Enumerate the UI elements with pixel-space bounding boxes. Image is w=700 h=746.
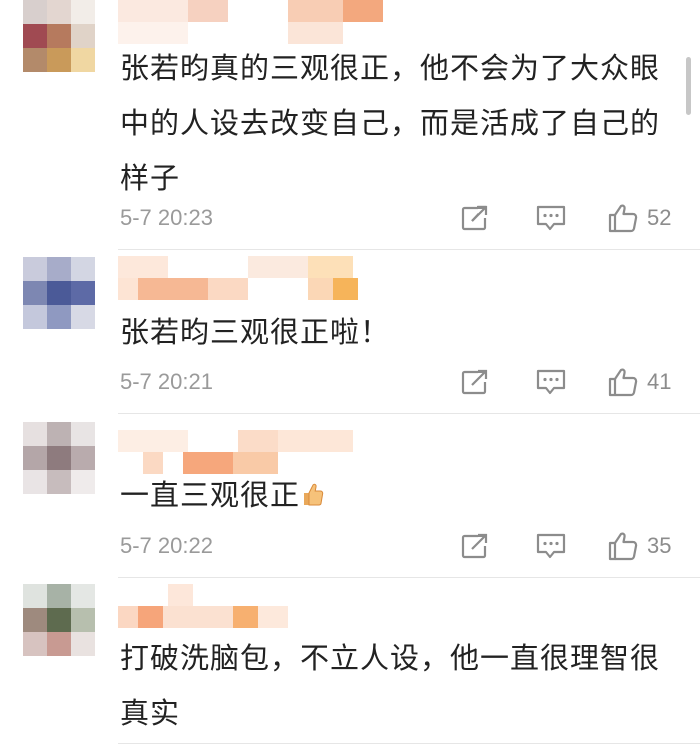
divider — [118, 743, 700, 744]
share-button[interactable] — [460, 203, 490, 233]
share-button[interactable] — [460, 367, 490, 397]
avatar[interactable] — [23, 257, 95, 329]
share-icon — [461, 205, 488, 231]
comment-item: 张若昀真的三观很正，他不会为了大众眼中的人设去改变自己，而是活成了自己的样子 5… — [0, 0, 700, 250]
comment-meta: 5-7 20:23 52 — [120, 203, 700, 233]
comment-item: 一直三观很正 5-7 20:22 35 — [0, 414, 700, 578]
comment-time: 5-7 20:23 — [120, 205, 213, 230]
comment-feed: 张若昀真的三观很正，他不会为了大众眼中的人设去改变自己，而是活成了自己的样子 5… — [0, 0, 700, 746]
thumbs-up-icon — [608, 532, 638, 561]
avatar[interactable] — [23, 584, 95, 656]
share-icon — [461, 369, 488, 395]
comment-time: 5-7 20:22 — [120, 533, 213, 558]
share-icon — [461, 533, 488, 559]
thumbs-up-emoji — [304, 483, 324, 506]
comment-item: 打破洗脑包，不立人设，他一直很理智很真实 — [0, 578, 700, 746]
avatar[interactable] — [23, 422, 95, 494]
comment-text: 张若昀真的三观很正，他不会为了大众眼中的人设去改变自己，而是活成了自己的样子 — [120, 51, 661, 195]
comment-text-content: 一直三观很正 — [120, 478, 301, 512]
reply-button[interactable] — [535, 203, 567, 233]
comment-text: 张若昀三观很正啦！ — [120, 315, 391, 349]
like-button[interactable]: 52 — [607, 203, 671, 233]
avatar[interactable] — [23, 0, 95, 72]
scrollbar[interactable] — [686, 57, 691, 115]
comment-text: 打破洗脑包，不立人设，他一直很理智很真实 — [120, 641, 661, 730]
thumbs-up-icon — [608, 368, 638, 397]
comment-icon — [536, 205, 566, 231]
like-count: 41 — [647, 369, 672, 394]
share-button[interactable] — [460, 531, 490, 561]
reply-button[interactable] — [535, 367, 567, 397]
comment-icon — [536, 533, 566, 559]
comment-time: 5-7 20:21 — [120, 369, 213, 394]
like-button[interactable]: 35 — [607, 531, 671, 561]
comment-meta: 5-7 20:21 41 — [120, 367, 700, 397]
like-count: 52 — [647, 205, 672, 230]
comment-item: 张若昀三观很正啦！ 5-7 20:21 41 — [0, 250, 700, 414]
comment-text: 一直三观很正 — [120, 468, 660, 523]
like-count: 35 — [647, 533, 672, 558]
thumbs-up-icon — [608, 204, 638, 233]
reply-button[interactable] — [535, 531, 567, 561]
like-button[interactable]: 41 — [607, 367, 671, 397]
comment-meta: 5-7 20:22 35 — [120, 531, 700, 561]
comment-icon — [536, 369, 566, 395]
